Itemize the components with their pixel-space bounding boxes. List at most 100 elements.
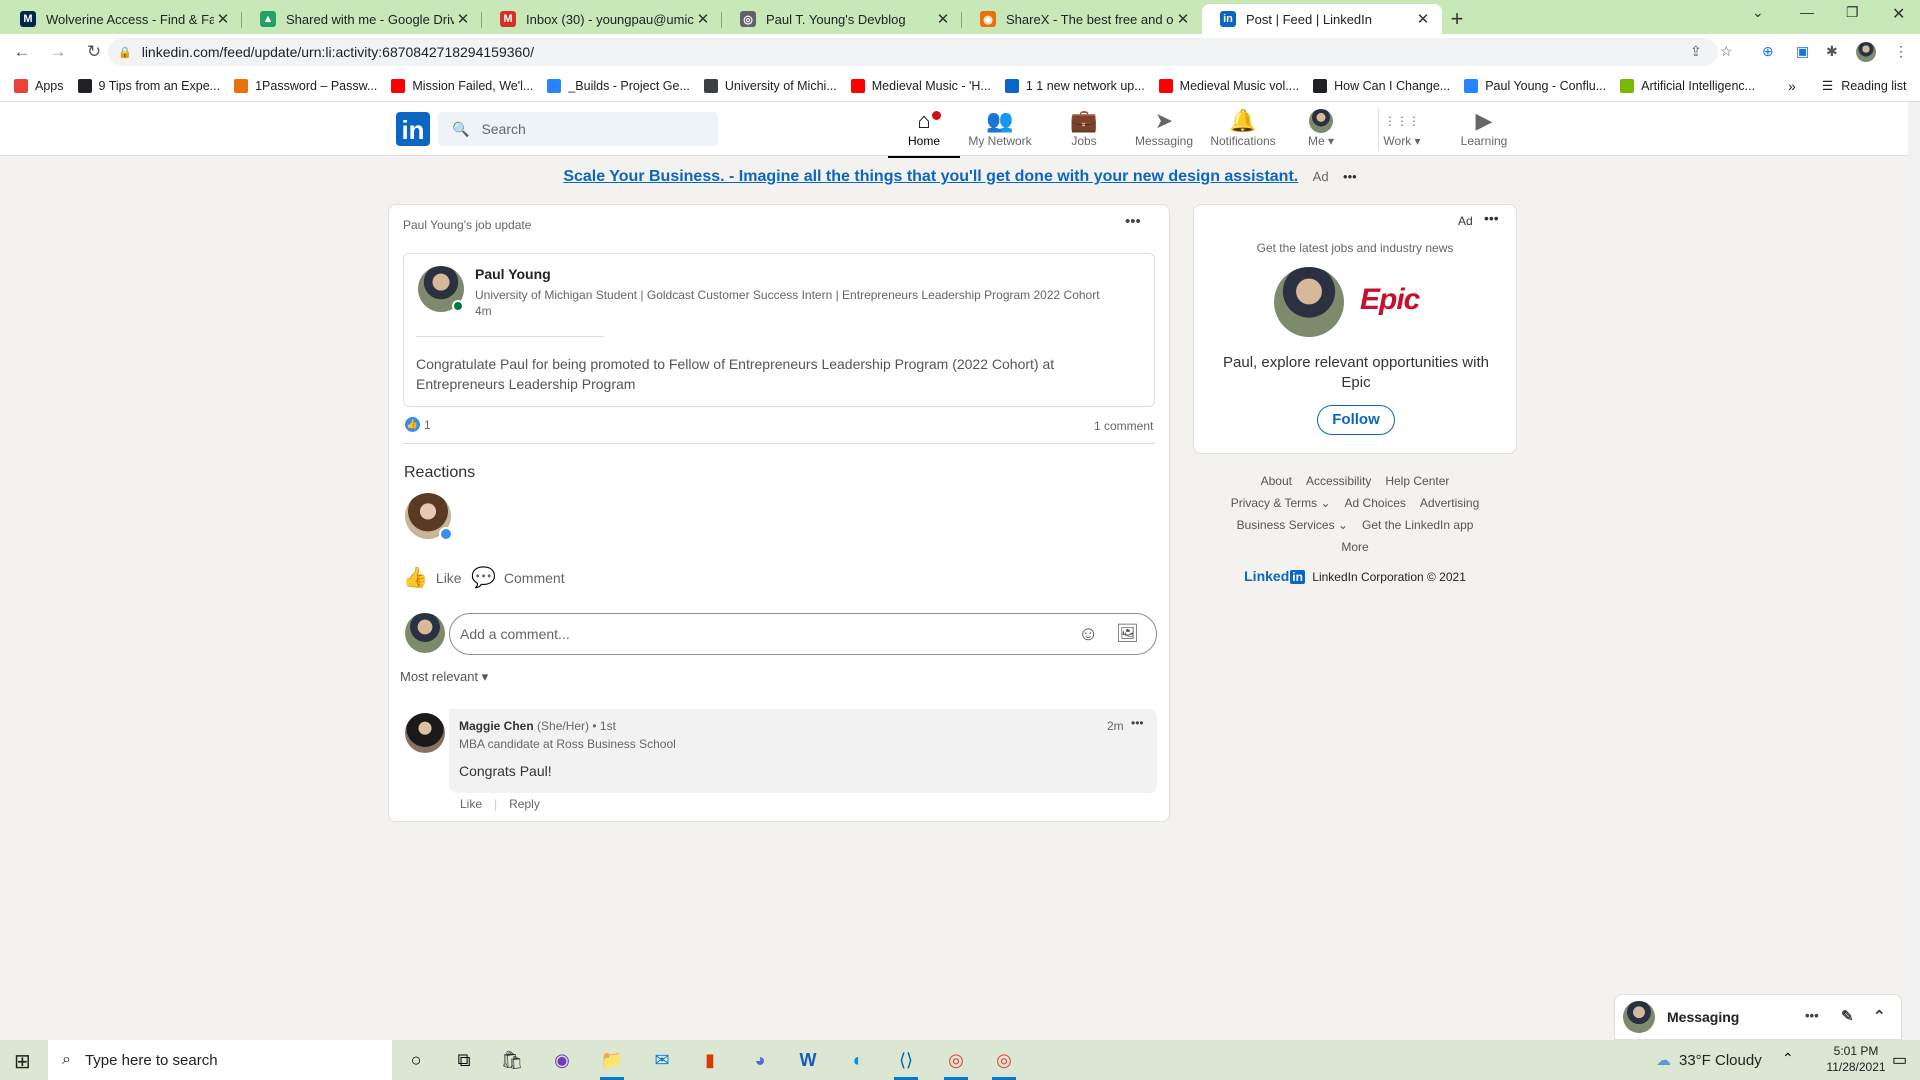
close-tab-icon[interactable]: ✕ [934,10,952,28]
messaging-more-icon[interactable]: ••• [1805,1008,1819,1023]
screen-capture-icon[interactable]: ▣ [1796,43,1809,60]
author-name[interactable]: Paul Young [475,266,551,282]
notification-center-icon[interactable]: ▭ [1892,1050,1907,1070]
close-tab-icon[interactable]: ✕ [214,10,232,28]
search-input[interactable]: 🔍 Search [438,112,718,146]
discord-icon[interactable]: ◕ [740,1046,780,1074]
nav-work[interactable]: ⋮⋮⋮ Work ▾ [1362,106,1442,156]
mail-icon[interactable]: ✉ [642,1046,682,1074]
bookmark-item[interactable]: 1 1 new network up... [1004,78,1145,93]
epic-logo[interactable]: Epic [1360,283,1420,317]
footer-more-link[interactable]: More [1341,540,1368,554]
clock[interactable]: 5:01 PM 11/28/2021 [1822,1043,1890,1075]
footer-link[interactable]: Advertising [1420,496,1479,510]
ad-more-icon[interactable]: ••• [1343,169,1357,184]
office-icon[interactable]: ▮ [690,1046,730,1074]
close-tab-icon[interactable]: ✕ [1174,10,1192,28]
bookmark-item[interactable]: University of Michi... [703,78,837,93]
address-bar[interactable]: 🔒 linkedin.com/feed/update/urn:li:activi… [108,38,1718,66]
commenter-name[interactable]: Maggie Chen [459,719,534,733]
bookmark-item[interactable]: Medieval Music - 'H... [850,78,991,93]
share-icon[interactable]: ⇪ [1690,43,1702,60]
bookmark-item[interactable]: 9 Tips from an Expe... [77,78,220,93]
nav-notifications[interactable]: 🔔 Notifications [1203,106,1283,156]
browser-tab[interactable]: in Post | Feed | LinkedIn ✕ [1202,4,1442,34]
forward-button[interactable]: → [44,42,72,62]
chrome-alt-icon[interactable]: ◎ [984,1046,1024,1080]
chevron-up-icon[interactable]: ⌃ [1873,1007,1886,1025]
back-button[interactable]: ← [8,42,36,62]
close-window-button[interactable]: ✕ [1892,4,1905,24]
ad-banner-link[interactable]: Scale Your Business. - Imagine all the t… [563,168,1298,185]
footer-link[interactable]: About [1261,474,1292,488]
minimize-button[interactable]: — [1800,4,1814,20]
bookmark-item[interactable]: Medieval Music vol.... [1158,78,1299,93]
comment-like-button[interactable]: Like [460,797,482,811]
bookmark-item[interactable]: Apps [14,78,64,93]
footer-link[interactable]: Ad Choices [1345,496,1406,510]
like-button[interactable]: 👍 Like [403,565,462,590]
windows-start-icon[interactable]: ⊞ [14,1049,31,1074]
nav-me[interactable]: Me ▾ [1281,106,1361,156]
comment-more-icon[interactable]: ••• [1131,716,1144,730]
task-view-icon[interactable]: ⧉ [444,1046,484,1074]
browser-tab[interactable]: M Inbox (30) - youngpau@umich.e ✕ [482,4,722,34]
file-explorer-icon[interactable]: 📁 [592,1046,632,1080]
profile-avatar[interactable] [1856,42,1876,62]
compose-icon[interactable]: ✎ [1841,1007,1854,1025]
footer-link[interactable]: Accessibility [1306,474,1371,488]
footer-link[interactable]: Business Services ⌄ [1237,518,1348,532]
bookmark-item[interactable]: 1Password – Passw... [234,78,377,93]
comment-button[interactable]: 💬 Comment [471,565,565,590]
browser-menu-icon[interactable]: ⋮ [1894,43,1908,60]
post-more-icon[interactable]: ••• [1125,213,1141,230]
chevron-up-icon[interactable]: ⌃ [1782,1050,1794,1067]
word-icon[interactable]: W [788,1046,828,1074]
comment-input[interactable]: Add a comment... ☺ 🖼 [449,613,1157,655]
footer-link[interactable]: Help Center [1385,474,1449,488]
weather-widget[interactable]: ☁ 33°F Cloudy [1656,1051,1762,1070]
cortana-icon[interactable]: ○ [396,1046,436,1074]
nav-messaging[interactable]: ➤ Messaging [1124,106,1204,156]
browser-tab[interactable]: M Wolverine Access - Find & Favori✕ [2,4,242,34]
footer-link[interactable]: Get the LinkedIn app [1362,518,1473,532]
comment-count[interactable]: 1 comment [1094,419,1153,433]
nav-jobs[interactable]: 💼 Jobs [1044,106,1124,156]
maximize-button[interactable]: ❐ [1846,4,1859,21]
scrollbar[interactable] [1908,102,1920,1040]
messaging-bar[interactable]: Messaging ••• ✎ ⌃ [1614,994,1902,1040]
new-tab-button[interactable]: + [1442,4,1472,34]
tab-search-icon[interactable]: ⌄ [1752,4,1764,21]
edge-icon[interactable]: ◐ [838,1046,878,1074]
rail-more-icon[interactable]: ••• [1484,210,1499,226]
bookmark-item[interactable]: _Builds - Project Ge... [547,78,690,93]
more-bookmarks-icon[interactable]: » [1788,78,1796,94]
nav-learning[interactable]: ▶ Learning [1444,106,1524,156]
nav-mynetwork[interactable]: 👥 My Network [960,106,1040,156]
bookmark-item[interactable]: How Can I Change... [1313,78,1450,93]
extension-icon[interactable]: ⊕ [1762,43,1774,60]
image-icon[interactable]: 🖼 [1116,623,1139,644]
close-tab-icon[interactable]: ✕ [694,10,712,28]
extensions-puzzle-icon[interactable]: ✱ [1826,43,1838,60]
linkedin-logo[interactable]: in [396,112,430,146]
store-icon[interactable]: 🛍 [492,1046,532,1074]
taskbar-search-input[interactable]: ⌕ Type here to search [48,1040,392,1080]
reload-button[interactable]: ↻ [80,42,108,62]
browser-tab[interactable]: ◉ ShareX - The best free and open✕ [962,4,1202,34]
chrome-icon[interactable]: ◎ [936,1046,976,1080]
browser-tab[interactable]: ▲ Shared with me - Google Drive ✕ [242,4,482,34]
bookmark-item[interactable]: Paul Young - Conflu... [1464,78,1606,93]
comment-reply-button[interactable]: Reply [509,797,540,811]
follow-button[interactable]: Follow [1317,405,1395,435]
bookmark-item[interactable]: Mission Failed, We'l... [391,78,533,93]
emoji-icon[interactable]: ☺ [1078,623,1098,646]
commenter-avatar[interactable] [405,713,445,753]
reaction-count[interactable]: 👍 1 [405,417,431,432]
reading-list-button[interactable]: ☰ Reading list [1822,78,1907,94]
sort-dropdown[interactable]: Most relevant ▾ [400,669,488,685]
vscode-icon[interactable]: ⟨⟩ [886,1046,926,1080]
close-tab-icon[interactable]: ✕ [454,10,472,28]
footer-link[interactable]: Privacy & Terms ⌄ [1231,496,1331,510]
bookmark-star-icon[interactable]: ☆ [1720,43,1733,60]
